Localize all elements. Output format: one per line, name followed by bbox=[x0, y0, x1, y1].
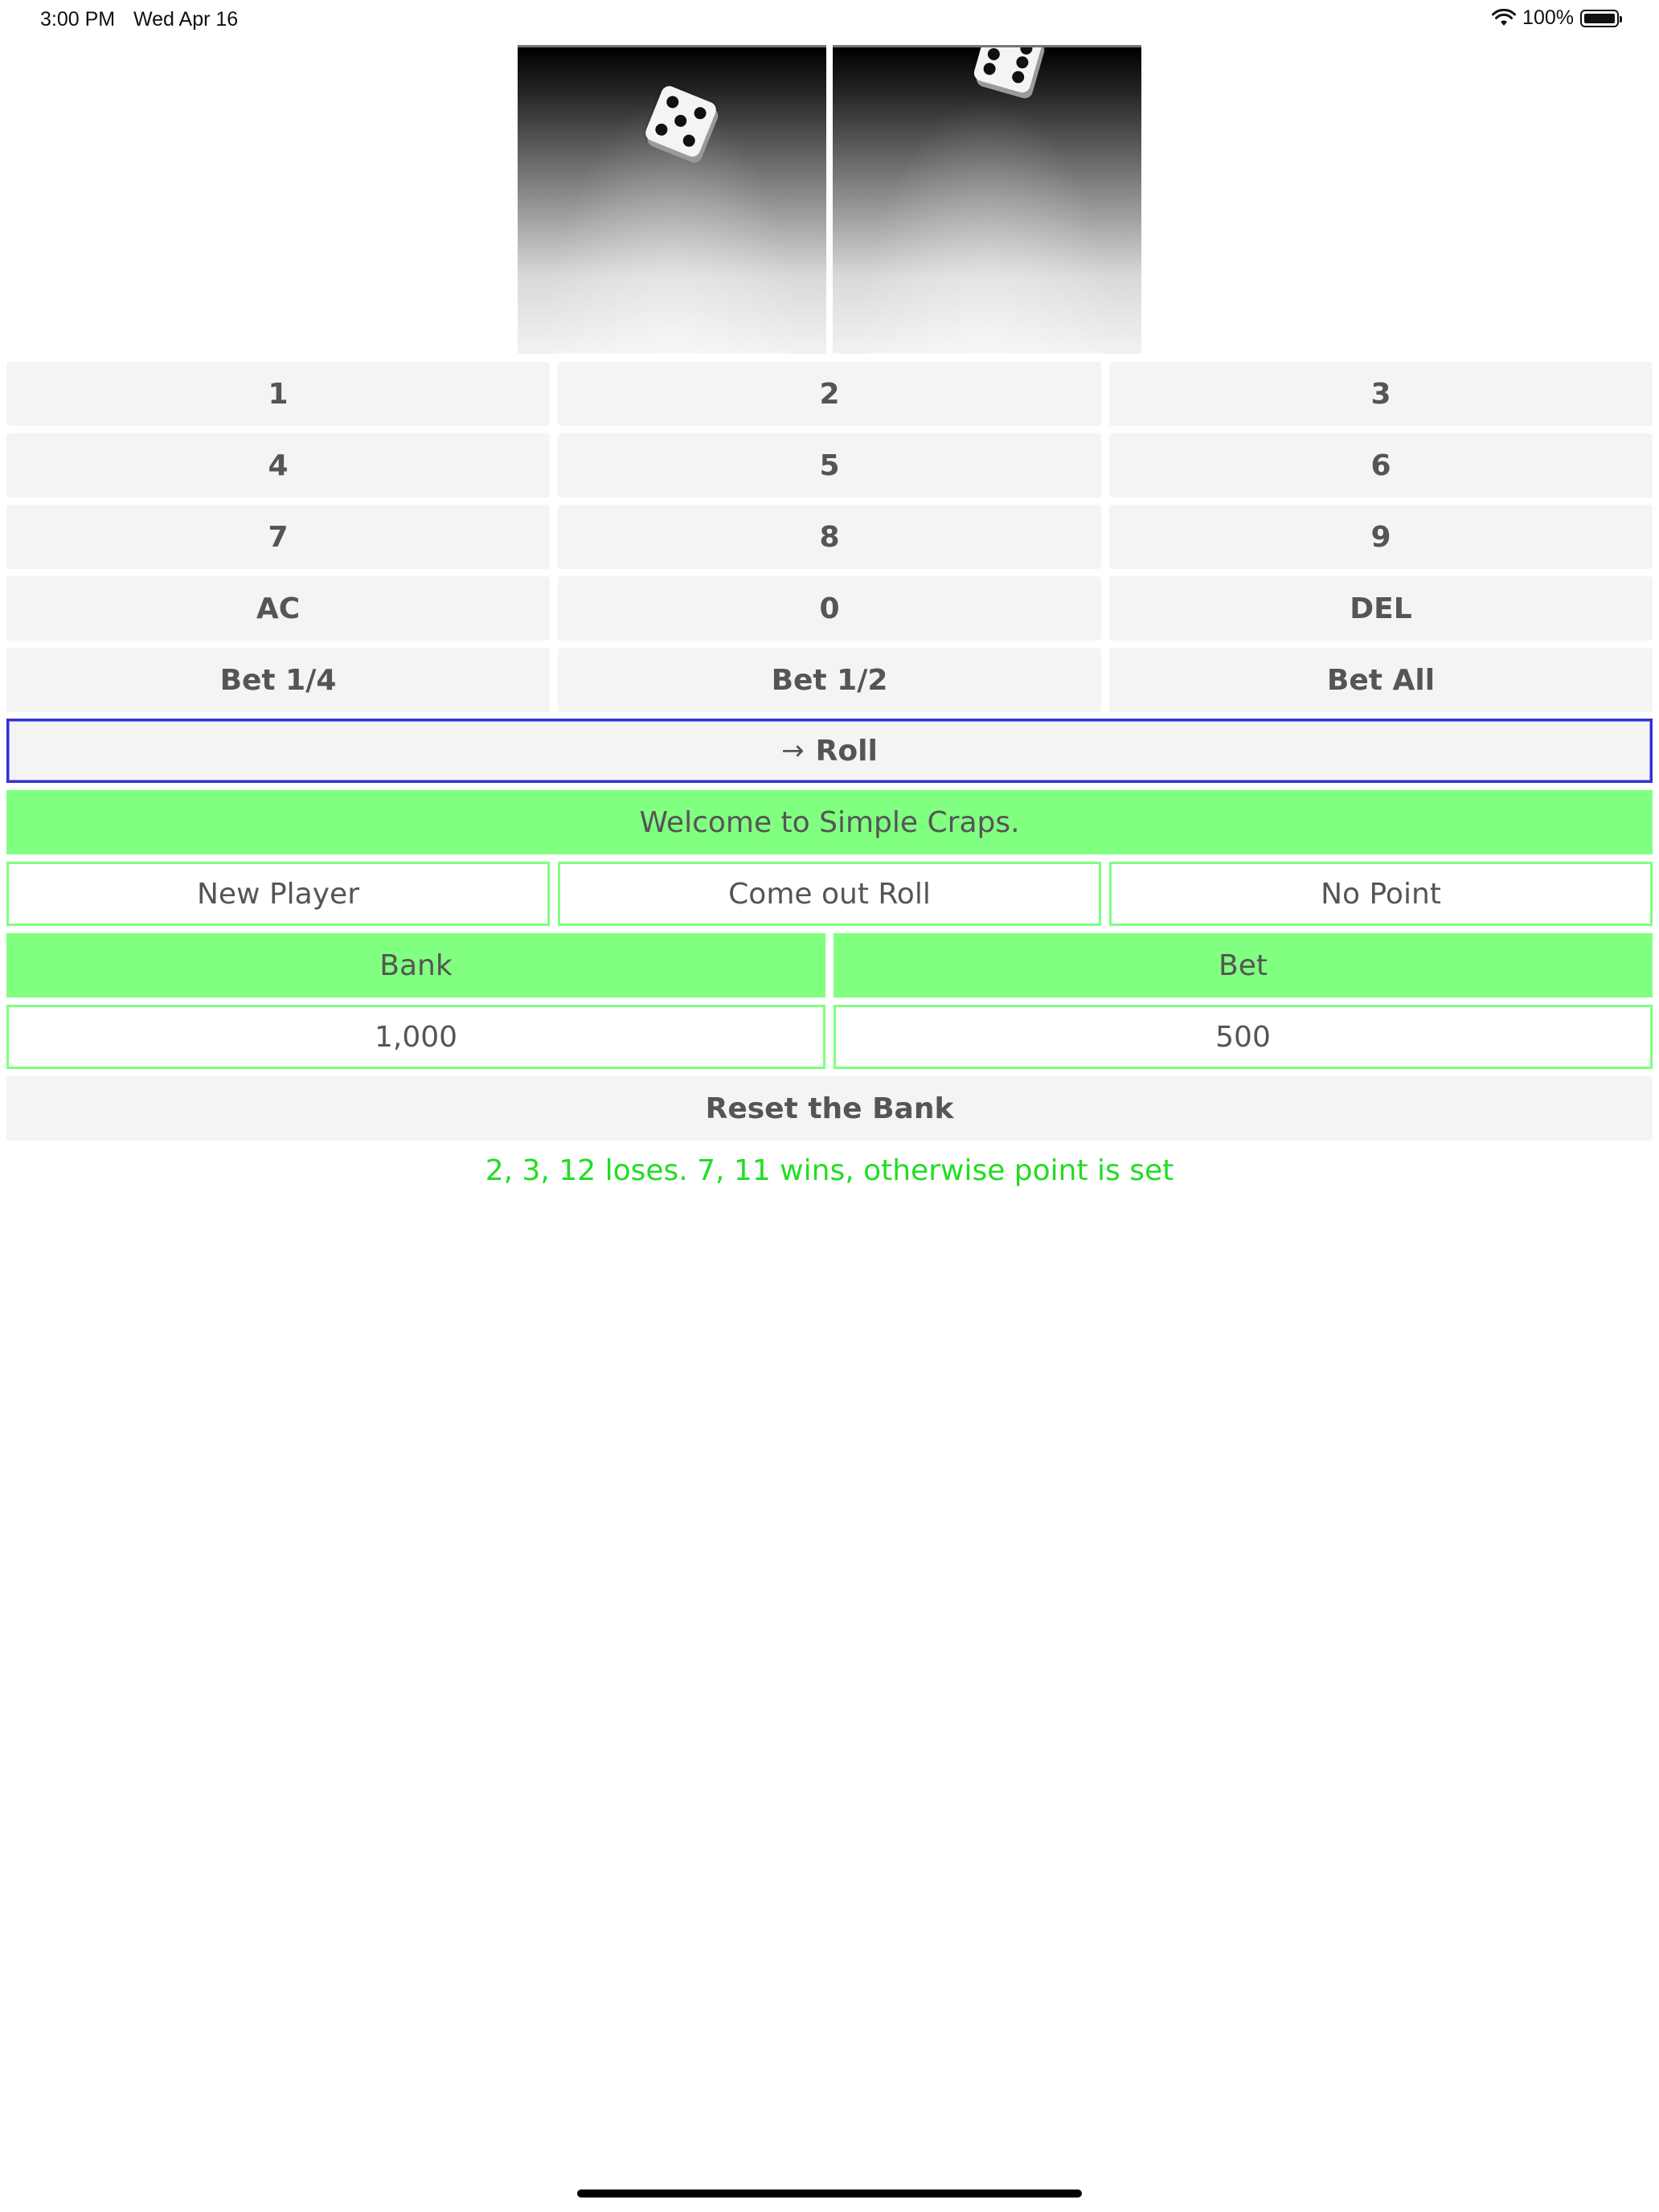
point-status: No Point bbox=[1109, 862, 1653, 926]
reset-bank-button[interactable]: Reset the Bank bbox=[6, 1076, 1653, 1141]
key-1[interactable]: 1 bbox=[6, 362, 550, 426]
bet-all-button[interactable]: Bet All bbox=[1109, 648, 1653, 712]
key-3[interactable]: 3 bbox=[1109, 362, 1653, 426]
roll-button[interactable]: → Roll bbox=[6, 719, 1653, 783]
status-right: 100% bbox=[1492, 6, 1622, 30]
key-8[interactable]: 8 bbox=[558, 505, 1101, 569]
status-bar: 3:00 PM Wed Apr 16 100% bbox=[0, 0, 1659, 40]
keypad-row-3: 7 8 9 bbox=[6, 505, 1653, 569]
player-status: New Player bbox=[6, 862, 550, 926]
keypad-row-1: 1 2 3 bbox=[6, 362, 1653, 426]
home-indicator[interactable] bbox=[577, 2189, 1082, 2198]
roll-row: → Roll bbox=[6, 719, 1653, 783]
status-date: Wed Apr 16 bbox=[133, 8, 239, 31]
battery-percent: 100% bbox=[1522, 6, 1574, 29]
status-time: 3:00 PM bbox=[40, 8, 116, 31]
dice-area bbox=[518, 45, 1141, 354]
keypad-row-2: 4 5 6 bbox=[6, 433, 1653, 498]
bank-bet-values: 1,000 500 bbox=[6, 1005, 1653, 1069]
arrow-right-icon: → bbox=[781, 735, 805, 767]
keypad-row-4: AC 0 DEL bbox=[6, 576, 1653, 641]
bet-quarter-button[interactable]: Bet 1/4 bbox=[6, 648, 550, 712]
delete-button[interactable]: DEL bbox=[1109, 576, 1653, 641]
key-9[interactable]: 9 bbox=[1109, 505, 1653, 569]
roll-phase-status: Come out Roll bbox=[558, 862, 1101, 926]
wifi-icon bbox=[1492, 8, 1517, 26]
bet-shortcuts-row: Bet 1/4 Bet 1/2 Bet All bbox=[6, 648, 1653, 712]
key-0[interactable]: 0 bbox=[558, 576, 1101, 641]
key-2[interactable]: 2 bbox=[558, 362, 1101, 426]
battery-icon bbox=[1580, 9, 1622, 27]
reset-row: Reset the Bank bbox=[6, 1076, 1653, 1141]
die-panel-right bbox=[833, 45, 1141, 354]
key-5[interactable]: 5 bbox=[558, 433, 1101, 498]
bet-half-button[interactable]: Bet 1/2 bbox=[558, 648, 1101, 712]
rules-hint: 2, 3, 12 loses. 7, 11 wins, otherwise po… bbox=[485, 1154, 1174, 1187]
key-7[interactable]: 7 bbox=[6, 505, 550, 569]
all-clear-button[interactable]: AC bbox=[6, 576, 550, 641]
welcome-message: Welcome to Simple Craps. bbox=[6, 790, 1653, 854]
die-panel-left bbox=[518, 45, 826, 354]
bank-bet-headers: Bank Bet bbox=[6, 933, 1653, 997]
key-6[interactable]: 6 bbox=[1109, 433, 1653, 498]
game-state-row: New Player Come out Roll No Point bbox=[6, 862, 1653, 926]
bank-header: Bank bbox=[6, 933, 825, 997]
key-4[interactable]: 4 bbox=[6, 433, 550, 498]
bet-value: 500 bbox=[834, 1005, 1653, 1069]
bet-header: Bet bbox=[834, 933, 1653, 997]
bank-value: 1,000 bbox=[6, 1005, 825, 1069]
roll-label: Roll bbox=[815, 734, 878, 768]
